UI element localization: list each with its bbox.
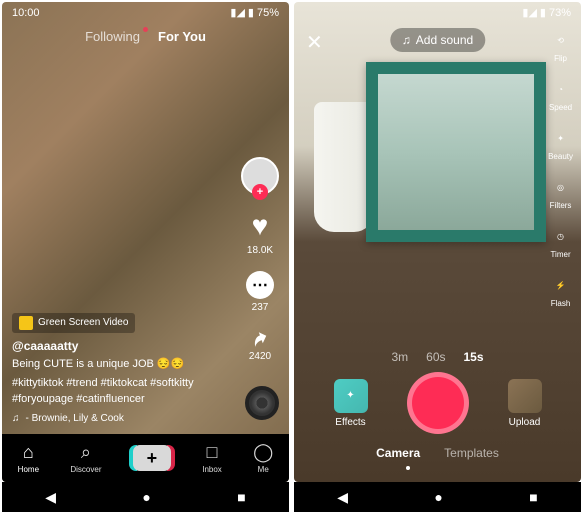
tool-flash[interactable]: ⚡Flash	[549, 273, 573, 308]
nav-create[interactable]: +	[133, 445, 171, 471]
caption-line-2: #kittytiktok #trend #tiktokcat #softkitt…	[12, 376, 229, 407]
feed-tabs: Following For You	[2, 23, 289, 50]
username[interactable]: @caaaaatty	[12, 339, 229, 353]
camera-tools: ⟲Flip ◔Speed ✦Beauty ◎Filters ◷Timer ⚡Fl…	[548, 28, 573, 308]
action-rail: + ♥ 18.0K ⋯ 237 2420	[241, 157, 279, 362]
background-object	[314, 102, 374, 232]
speed-icon: ◔	[549, 77, 573, 101]
battery-icon: ▮	[540, 6, 546, 19]
battery-pct: 75%	[257, 7, 279, 19]
android-nav: ◀ ● ■	[294, 482, 581, 512]
upload-button[interactable]: Upload	[508, 379, 542, 428]
background-frame	[366, 62, 546, 242]
comment-button[interactable]: ⋯ 237	[246, 271, 274, 313]
tab-foryou[interactable]: For You	[158, 29, 206, 44]
duration-tabs: 3m 60s 15s	[391, 350, 483, 364]
upload-icon	[508, 379, 542, 413]
share-icon	[247, 325, 273, 351]
camera-screen: ▮◢ ▮ 73% ✕ ♫ Add sound ⟲Flip ◔Speed ✦Bea…	[294, 2, 581, 482]
notification-dot	[143, 27, 148, 32]
nav-me[interactable]: ◯Me	[253, 442, 273, 474]
beauty-icon: ✦	[549, 126, 573, 150]
inbox-icon: □	[207, 442, 218, 463]
avatar-icon: +	[241, 157, 279, 195]
effect-tag[interactable]: Green Screen Video	[12, 313, 135, 333]
home-button[interactable]: ●	[434, 489, 442, 505]
like-count: 18.0K	[247, 245, 273, 256]
tool-filters[interactable]: ◎Filters	[549, 175, 573, 210]
sound-link[interactable]: ♫ - Brownie, Lily & Cook	[12, 413, 229, 424]
search-icon: ⌕	[81, 442, 91, 463]
nav-home[interactable]: ⌂Home	[18, 442, 39, 474]
status-bar: ▮◢ ▮ 73%	[294, 2, 581, 23]
flash-icon: ⚡	[549, 273, 573, 297]
nav-discover[interactable]: ⌕Discover	[70, 442, 101, 474]
mode-templates[interactable]: Templates	[444, 446, 499, 460]
recents-button[interactable]: ■	[529, 489, 537, 505]
duration-3m[interactable]: 3m	[391, 350, 408, 364]
duration-60s[interactable]: 60s	[426, 350, 445, 364]
tool-speed[interactable]: ◔Speed	[549, 77, 573, 112]
record-button[interactable]	[407, 372, 469, 434]
battery-icon: ▮	[248, 6, 254, 19]
status-icons: ▮◢ ▮ 73%	[522, 6, 571, 19]
tool-beauty[interactable]: ✦Beauty	[548, 126, 573, 161]
heart-icon: ♥	[252, 210, 269, 242]
effects-icon: ✦	[334, 379, 368, 413]
mode-indicator	[406, 466, 410, 470]
tool-timer[interactable]: ◷Timer	[549, 224, 573, 259]
add-sound-button[interactable]: ♫ Add sound	[390, 28, 485, 52]
tab-following[interactable]: Following	[85, 29, 140, 44]
music-note-icon: ♫	[12, 413, 20, 424]
caption-area: Green Screen Video @caaaaatty Being CUTE…	[12, 313, 229, 424]
filters-icon: ◎	[549, 175, 573, 199]
mode-tabs: Camera Templates	[376, 446, 499, 460]
battery-pct: 73%	[549, 7, 571, 19]
bottom-nav: ⌂Home ⌕Discover + □Inbox ◯Me	[2, 434, 289, 482]
android-nav: ◀ ● ■	[2, 482, 289, 512]
timer-icon: ◷	[549, 224, 573, 248]
follow-plus-icon[interactable]: +	[252, 184, 268, 200]
mode-camera[interactable]: Camera	[376, 446, 420, 460]
recents-button[interactable]: ■	[237, 489, 245, 505]
profile-button[interactable]: +	[241, 157, 279, 195]
tool-flip[interactable]: ⟲Flip	[549, 28, 573, 63]
clock: 10:00	[12, 7, 40, 19]
nav-inbox[interactable]: □Inbox	[202, 442, 222, 474]
back-button[interactable]: ◀	[337, 489, 348, 506]
status-icons: ▮◢ ▮ 75%	[230, 6, 279, 19]
status-bar: 10:00 ▮◢ ▮ 75%	[2, 2, 289, 23]
duration-15s[interactable]: 15s	[464, 350, 484, 364]
effects-button[interactable]: ✦ Effects	[334, 379, 368, 428]
feed-screen: 10:00 ▮◢ ▮ 75% Following For You + ♥ 18.…	[2, 2, 289, 482]
comment-count: 237	[252, 302, 269, 313]
plus-icon: +	[133, 445, 171, 471]
signal-icon: ▮◢	[522, 6, 537, 19]
home-button[interactable]: ●	[142, 489, 150, 505]
like-button[interactable]: ♥ 18.0K	[247, 210, 273, 256]
flip-icon: ⟲	[549, 28, 573, 52]
comment-icon: ⋯	[246, 271, 274, 299]
share-count: 2420	[249, 351, 271, 362]
record-row: ✦ Effects Upload	[294, 372, 581, 434]
sound-disc[interactable]	[245, 386, 279, 420]
share-button[interactable]: 2420	[249, 328, 271, 362]
person-icon: ◯	[253, 442, 273, 463]
close-button[interactable]: ✕	[306, 30, 323, 55]
home-icon: ⌂	[23, 442, 34, 463]
signal-icon: ▮◢	[230, 6, 245, 19]
caption-line-1: Being CUTE is a unique JOB 😔😔	[12, 357, 229, 372]
back-button[interactable]: ◀	[45, 489, 56, 506]
music-note-icon: ♫	[402, 33, 411, 47]
effect-icon	[19, 316, 33, 330]
